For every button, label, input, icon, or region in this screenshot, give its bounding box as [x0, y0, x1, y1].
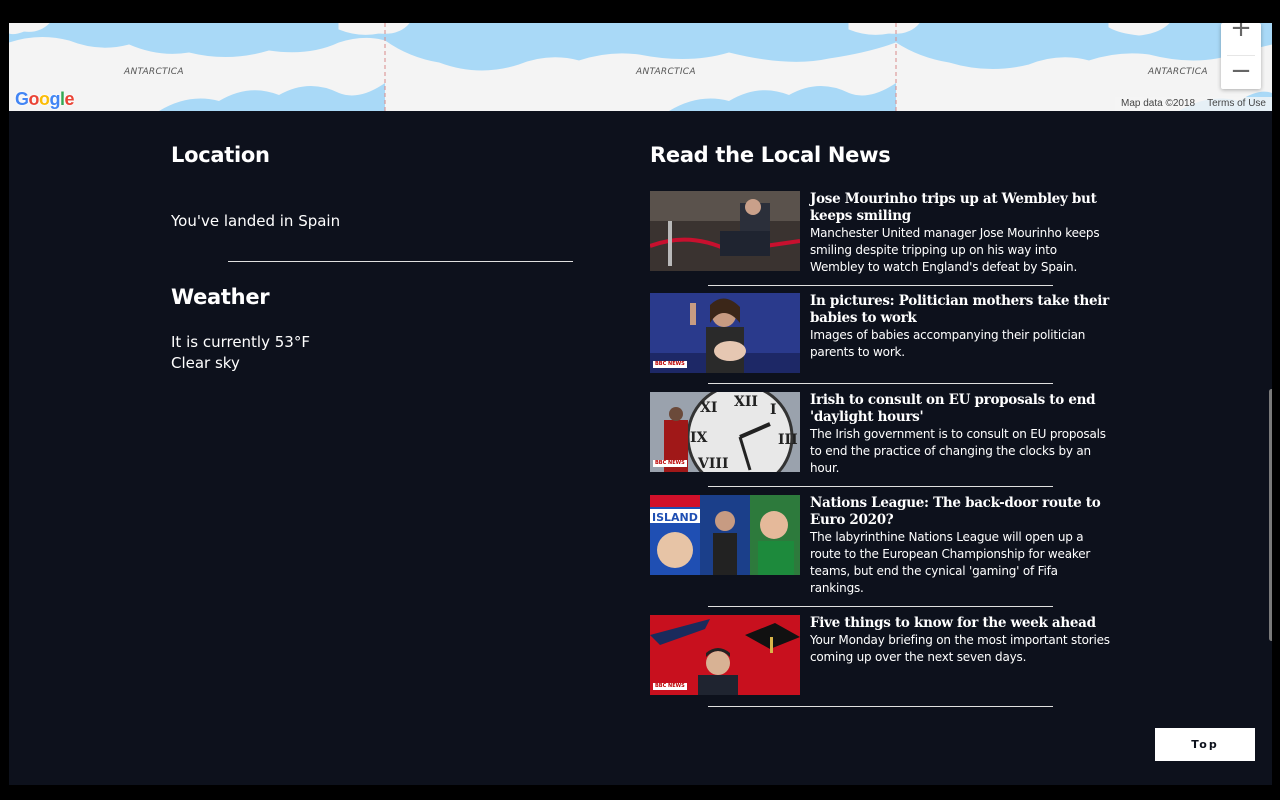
news-thumbnail[interactable]: XI XII I IX III VIII BBC NEWS: [650, 392, 800, 472]
page-frame: ANTARCTICA ANTARCTICA ANTARCTICA Google …: [9, 23, 1272, 785]
map-data-credit: Map data ©2018: [1121, 98, 1196, 109]
news-item[interactable]: BBC NEWS Five things to know for the wee…: [650, 615, 1110, 715]
news-text: Five things to know for the week ahead Y…: [810, 615, 1110, 666]
news-headline[interactable]: In pictures: Politician mothers take the…: [810, 293, 1110, 327]
zoom-in-button[interactable]: +: [1221, 23, 1261, 43]
news-item[interactable]: Jose Mourinho trips up at Wembley but ke…: [650, 191, 1110, 291]
map-view[interactable]: ANTARCTICA ANTARCTICA ANTARCTICA Google …: [9, 23, 1272, 111]
news-divider: [708, 383, 1053, 384]
news-divider: [708, 706, 1053, 707]
news-summary: Manchester United manager Jose Mourinho …: [810, 226, 1100, 274]
news-item[interactable]: BBC NEWS In pictures: Politician mothers…: [650, 293, 1110, 388]
news-item[interactable]: XI XII I IX III VIII BBC NEWS Irish to c…: [650, 392, 1110, 487]
svg-text:VIII: VIII: [697, 456, 729, 472]
news-headline[interactable]: Irish to consult on EU proposals to end …: [810, 392, 1110, 426]
svg-text:IX: IX: [690, 430, 708, 446]
svg-text:XI: XI: [700, 400, 717, 416]
zoom-out-button[interactable]: −: [1221, 56, 1261, 86]
news-item[interactable]: ISLAND Nations League: The back-door rou…: [650, 495, 1110, 610]
news-headline[interactable]: Five things to know for the week ahead: [810, 615, 1110, 632]
svg-text:III: III: [778, 432, 798, 448]
news-thumbnail[interactable]: BBC NEWS: [650, 615, 800, 695]
news-source-badge: BBC NEWS: [653, 361, 687, 368]
news-summary: Images of babies accompanying their poli…: [810, 328, 1086, 359]
vertical-scrollbar[interactable]: [1269, 389, 1272, 641]
location-text: You've landed in Spain: [171, 212, 341, 230]
news-thumbnail[interactable]: BBC NEWS: [650, 293, 800, 373]
news-summary: The labyrinthine Nations League will ope…: [810, 530, 1091, 595]
news-image: ISLAND: [650, 495, 800, 575]
news-image: [650, 191, 800, 271]
weather-temperature: It is currently 53°F: [171, 333, 310, 351]
news-headline[interactable]: Jose Mourinho trips up at Wembley but ke…: [810, 191, 1110, 225]
terms-of-use-link[interactable]: Terms of Use: [1207, 98, 1266, 110]
news-divider: [708, 606, 1053, 607]
news-summary: Your Monday briefing on the most importa…: [810, 633, 1110, 664]
news-text: Irish to consult on EU proposals to end …: [810, 392, 1110, 477]
news-thumbnail[interactable]: ISLAND: [650, 495, 800, 575]
news-headline[interactable]: Nations League: The back-door route to E…: [810, 495, 1110, 529]
svg-text:ISLAND: ISLAND: [652, 511, 698, 524]
news-thumbnail[interactable]: [650, 191, 800, 271]
map-attribution: Map data ©2018 Terms of Use: [1115, 97, 1272, 111]
back-to-top-button[interactable]: Top: [1155, 728, 1255, 761]
map-zoom-control: + −: [1221, 23, 1261, 89]
google-logo[interactable]: Google: [15, 89, 75, 110]
news-text: Jose Mourinho trips up at Wembley but ke…: [810, 191, 1110, 276]
svg-text:XII: XII: [734, 394, 758, 410]
map-label: ANTARCTICA: [124, 67, 184, 77]
svg-text:I: I: [770, 402, 777, 418]
map-label: ANTARCTICA: [1148, 67, 1208, 77]
section-divider: [228, 261, 573, 262]
map-label: ANTARCTICA: [636, 67, 696, 77]
news-divider: [708, 486, 1053, 487]
weather-title: Weather: [171, 285, 270, 309]
news-text: In pictures: Politician mothers take the…: [810, 293, 1110, 361]
news-divider: [708, 285, 1053, 286]
news-source-badge: BBC NEWS: [653, 683, 687, 690]
news-source-badge: BBC NEWS: [653, 460, 687, 467]
news-title: Read the Local News: [650, 143, 891, 167]
news-text: Nations League: The back-door route to E…: [810, 495, 1110, 597]
weather-condition: Clear sky: [171, 354, 240, 372]
location-title: Location: [171, 143, 270, 167]
news-summary: The Irish government is to consult on EU…: [810, 427, 1106, 475]
